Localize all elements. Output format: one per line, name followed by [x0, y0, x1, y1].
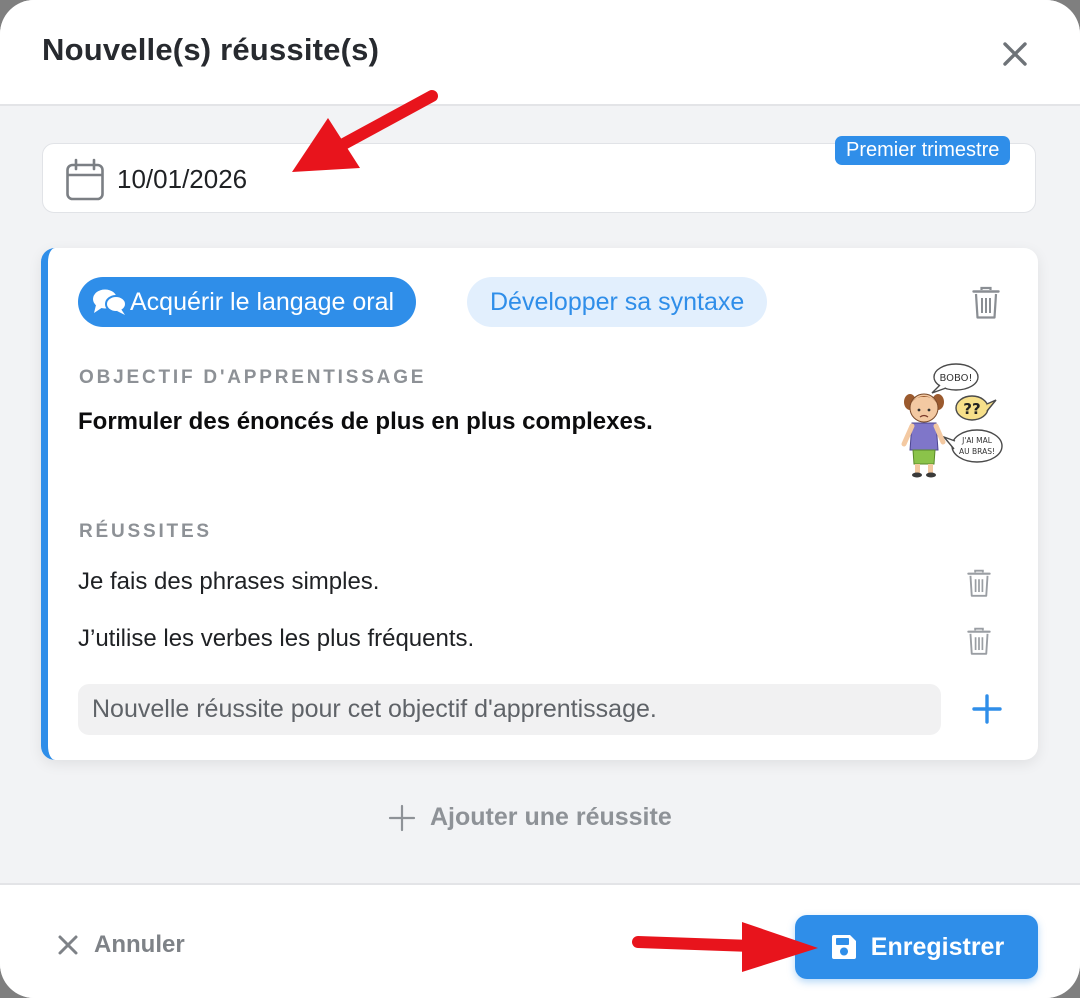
success-item[interactable]: Je fais des phrases simples. [78, 568, 379, 596]
cancel-label: Annuler [94, 931, 185, 958]
delete-success-button[interactable] [967, 627, 991, 661]
close-icon [1003, 42, 1027, 66]
delete-success-button[interactable] [967, 569, 991, 603]
new-success-input[interactable] [78, 684, 941, 735]
close-button[interactable] [995, 34, 1035, 74]
date-value: 10/01/2026 [117, 164, 248, 194]
successes-label: RÉUSSITES [79, 521, 212, 542]
domain-chip-label: Acquérir le langage oral [130, 287, 395, 316]
subdomain-chip-label: Développer sa syntaxe [490, 287, 745, 316]
annotation-arrow-save [632, 922, 818, 972]
add-success-button[interactable]: Ajouter une réussite [388, 803, 672, 832]
bubble-3-line-2: AU BRAS! [959, 447, 995, 456]
bubble-2-text: ?? [963, 400, 980, 418]
floppy-disk-icon [831, 935, 856, 959]
delete-objective-button[interactable] [972, 286, 1000, 325]
plus-icon [388, 804, 416, 831]
objective-card: Acquérir le langage oral Développer sa s… [41, 248, 1038, 760]
dialog-title: Nouvelle(s) réussite(s) [42, 32, 380, 67]
save-label: Enregistrer [870, 932, 1005, 961]
cancel-button[interactable]: Annuler [56, 931, 185, 959]
save-button[interactable]: Enregistrer [795, 915, 1038, 979]
add-success-inline-button[interactable] [971, 693, 1003, 730]
x-icon [58, 935, 78, 955]
child-illustration: BOBO! ?? J'AI MAL AU BRAS! [901, 363, 1003, 478]
objective-label: OBJECTIF D'APPRENTISSAGE [79, 367, 427, 388]
add-success-label: Ajouter une réussite [430, 803, 672, 831]
trash-icon [972, 286, 1000, 319]
annotation-arrow-date [292, 90, 438, 172]
term-badge: Premier trimestre [835, 136, 1011, 165]
chat-bubbles-icon [93, 289, 127, 315]
bubble-3-line-1: J'AI MAL [961, 436, 993, 445]
objective-text: Formuler des énoncés de plus en plus com… [78, 408, 653, 435]
domain-chip[interactable]: Acquérir le langage oral [78, 277, 417, 327]
success-item[interactable]: J’utilise les verbes les plus fréquents. [78, 625, 474, 653]
trash-icon [967, 569, 991, 597]
new-success-dialog: Nouvelle(s) réussite(s) 10/01/2026 Premi… [0, 0, 1080, 998]
calendar-icon [66, 158, 104, 201]
plus-icon [972, 694, 1002, 724]
dialog-footer: Annuler Enregistrer [0, 883, 1080, 998]
bubble-1-text: BOBO! [939, 373, 972, 384]
dialog-header: Nouvelle(s) réussite(s) [0, 0, 1080, 106]
trash-icon [967, 627, 991, 655]
subdomain-chip[interactable]: Développer sa syntaxe [467, 277, 768, 327]
